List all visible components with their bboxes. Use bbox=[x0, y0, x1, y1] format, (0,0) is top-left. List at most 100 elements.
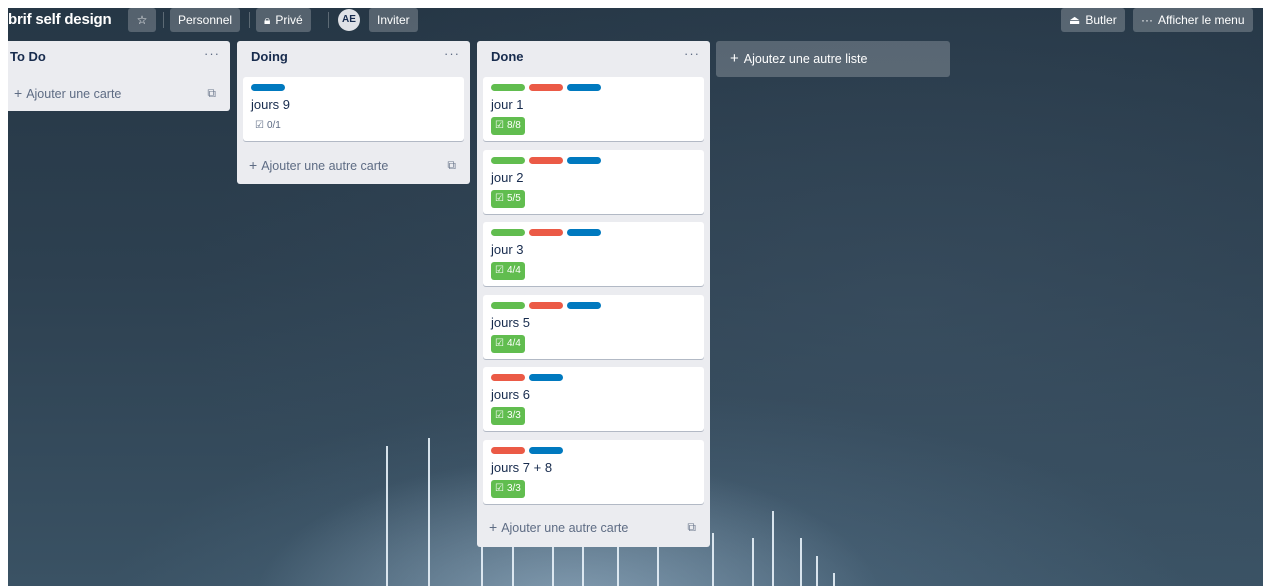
card[interactable]: jours 6 ☑ 3/3 bbox=[483, 367, 704, 431]
butler-button[interactable]: ⏏︎ Butler bbox=[1061, 8, 1125, 32]
label-red[interactable] bbox=[529, 229, 563, 236]
card-labels bbox=[491, 447, 567, 454]
checklist-count: 0/1 bbox=[266, 120, 281, 131]
card-labels bbox=[491, 302, 605, 309]
star-icon: ☆ bbox=[136, 13, 148, 27]
label-blue[interactable] bbox=[567, 84, 601, 91]
checklist-icon: ☑ bbox=[495, 410, 504, 421]
card-template-icon[interactable]: ⧉ bbox=[207, 79, 216, 107]
label-green[interactable] bbox=[491, 302, 525, 309]
add-list-label: Ajoutez une autre liste bbox=[743, 52, 868, 66]
visibility-label: Privé bbox=[275, 13, 303, 27]
card-title: jours 9 bbox=[251, 97, 291, 112]
workspace-button[interactable]: Personnel bbox=[170, 8, 241, 32]
add-card-label: Ajouter une carte bbox=[26, 87, 122, 101]
show-menu-button[interactable]: ··· Afficher le menu bbox=[1133, 8, 1253, 32]
card[interactable]: jour 3 ☑ 4/4 bbox=[483, 222, 704, 286]
header-divider bbox=[328, 12, 329, 28]
checklist-count: 4/4 bbox=[506, 265, 521, 276]
checklist-badge: ☑ 5/5 bbox=[491, 190, 525, 208]
show-menu-label: Afficher le menu bbox=[1158, 13, 1245, 27]
checklist-badge: ☑ 4/4 bbox=[491, 262, 525, 280]
card-title: jour 1 bbox=[491, 97, 524, 112]
checklist-count: 4/4 bbox=[506, 338, 521, 349]
list-title[interactable]: To Do bbox=[10, 49, 46, 64]
card-title: jours 5 bbox=[491, 315, 531, 330]
card[interactable]: jours 9 ☑ 0/1 bbox=[243, 77, 464, 141]
checklist-icon: ☑ bbox=[255, 120, 264, 131]
checklist-icon: ☑ bbox=[495, 483, 504, 494]
butler-icon: ⏏︎ bbox=[1069, 13, 1081, 27]
invite-button[interactable]: Inviter bbox=[369, 8, 418, 32]
card-template-icon[interactable]: ⧉ bbox=[687, 513, 696, 541]
list-done: Done ··· jour 1 ☑ 8/8 jour 2 ☑ 5/5 jour … bbox=[477, 41, 710, 547]
checklist-badge: ☑ 8/8 bbox=[491, 117, 525, 135]
checklist-count: 3/3 bbox=[506, 410, 521, 421]
label-red[interactable] bbox=[529, 84, 563, 91]
list-header: Doing ··· bbox=[237, 41, 470, 71]
label-red[interactable] bbox=[491, 447, 525, 454]
label-blue[interactable] bbox=[529, 447, 563, 454]
star-button[interactable]: ☆ bbox=[128, 8, 156, 32]
card-template-icon[interactable]: ⧉ bbox=[447, 151, 456, 179]
add-card-label: Ajouter une autre carte bbox=[501, 521, 629, 535]
label-red[interactable] bbox=[529, 157, 563, 164]
add-card-button[interactable]: + Ajouter une carte ⧉ bbox=[8, 79, 224, 107]
checklist-badge: ☑ 3/3 bbox=[491, 407, 525, 425]
card[interactable]: jour 2 ☑ 5/5 bbox=[483, 150, 704, 214]
visibility-button[interactable]: 🔒︎ Privé bbox=[256, 8, 311, 32]
plus-icon: + bbox=[14, 85, 23, 101]
plus-icon: + bbox=[730, 50, 739, 67]
list-header: Done ··· bbox=[477, 41, 710, 71]
add-card-button[interactable]: + Ajouter une autre carte ⧉ bbox=[483, 513, 704, 541]
list-header: To Do ··· bbox=[8, 41, 230, 71]
board-title[interactable]: brif self design bbox=[8, 9, 112, 31]
checklist-badge: ☑ 3/3 bbox=[491, 480, 525, 498]
lock-icon: 🔒︎ bbox=[264, 13, 271, 27]
list-menu-button[interactable]: ··· bbox=[684, 46, 700, 61]
card-labels bbox=[491, 157, 605, 164]
label-blue[interactable] bbox=[529, 374, 563, 381]
list-menu-button[interactable]: ··· bbox=[444, 46, 460, 61]
card[interactable]: jours 5 ☑ 4/4 bbox=[483, 295, 704, 359]
checklist-icon: ☑ bbox=[495, 193, 504, 204]
list-menu-button[interactable]: ··· bbox=[204, 46, 220, 61]
label-blue[interactable] bbox=[567, 302, 601, 309]
checklist-icon: ☑ bbox=[495, 120, 504, 131]
header-divider bbox=[163, 12, 164, 28]
checklist-count: 3/3 bbox=[506, 483, 521, 494]
card-labels bbox=[251, 84, 289, 91]
checklist-icon: ☑ bbox=[495, 265, 504, 276]
card[interactable]: jours 7 + 8 ☑ 3/3 bbox=[483, 440, 704, 504]
plus-icon: + bbox=[249, 157, 258, 173]
card-title: jours 6 bbox=[491, 387, 531, 402]
label-red[interactable] bbox=[529, 302, 563, 309]
card-labels bbox=[491, 84, 605, 91]
checklist-icon: ☑ bbox=[495, 338, 504, 349]
label-blue[interactable] bbox=[567, 229, 601, 236]
label-green[interactable] bbox=[491, 157, 525, 164]
list-doing: Doing ··· jours 9 ☑ 0/1 + Ajouter une autr… bbox=[237, 41, 470, 184]
checklist-badge: ☑ 0/1 bbox=[251, 117, 285, 135]
list-todo: To Do ··· + Ajouter une carte ⧉ bbox=[8, 41, 230, 111]
header-divider bbox=[249, 12, 250, 28]
label-blue[interactable] bbox=[567, 157, 601, 164]
label-green[interactable] bbox=[491, 84, 525, 91]
label-red[interactable] bbox=[491, 374, 525, 381]
label-green[interactable] bbox=[491, 229, 525, 236]
add-list-button[interactable]: + Ajoutez une autre liste bbox=[716, 41, 950, 77]
avatar[interactable]: AE bbox=[338, 9, 360, 31]
card-title: jour 2 bbox=[491, 170, 524, 185]
board-canvas: brif self design ☆ Personnel 🔒︎ Privé AE … bbox=[8, 8, 1263, 586]
card-labels bbox=[491, 374, 567, 381]
checklist-badge: ☑ 4/4 bbox=[491, 335, 525, 353]
list-title[interactable]: Doing bbox=[251, 49, 288, 64]
add-card-button[interactable]: + Ajouter une autre carte ⧉ bbox=[243, 151, 464, 179]
card[interactable]: jour 1 ☑ 8/8 bbox=[483, 77, 704, 141]
card-labels bbox=[491, 229, 605, 236]
label-blue[interactable] bbox=[251, 84, 285, 91]
list-title[interactable]: Done bbox=[491, 49, 524, 64]
ellipsis-icon: ··· bbox=[1141, 13, 1153, 27]
board-header: brif self design ☆ Personnel 🔒︎ Privé AE … bbox=[8, 8, 1263, 32]
add-card-label: Ajouter une autre carte bbox=[261, 159, 389, 173]
